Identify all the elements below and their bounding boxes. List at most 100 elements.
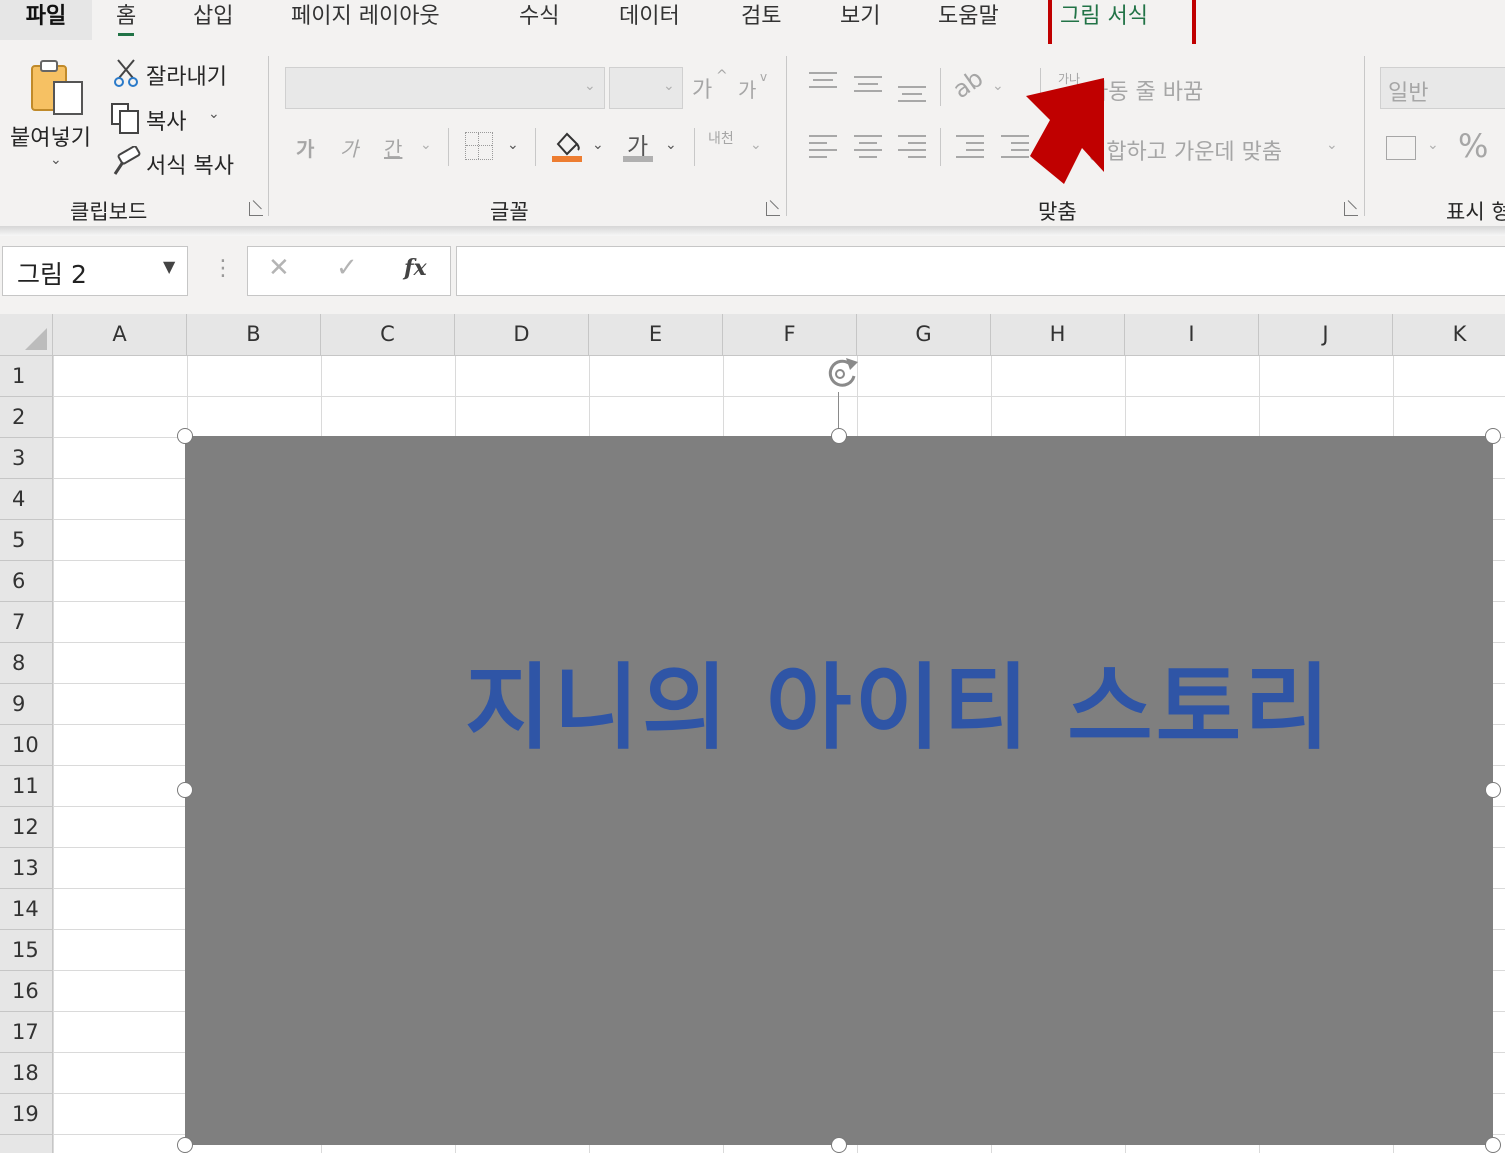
phonetic-button[interactable]: 내천	[708, 128, 734, 148]
fill-color-dropdown-icon[interactable]: ⌄	[592, 137, 604, 153]
row-header-17[interactable]: 17	[0, 1012, 53, 1053]
accounting-dropdown-icon[interactable]: ⌄	[1427, 137, 1439, 153]
underline-dropdown-icon[interactable]: ⌄	[420, 137, 432, 153]
orientation-dropdown-icon[interactable]: ⌄	[992, 78, 1004, 94]
name-box[interactable]: 그림 2 ▼	[2, 246, 188, 296]
row-header-8[interactable]: 8	[0, 643, 53, 684]
accounting-format-icon[interactable]	[1386, 136, 1416, 160]
group-label-number: 표시 형	[1446, 200, 1505, 224]
align-center-icon[interactable]	[854, 135, 882, 158]
align-right-icon[interactable]	[898, 135, 926, 158]
font-launcher-icon[interactable]	[766, 202, 780, 216]
align-top-icon[interactable]	[809, 72, 837, 94]
phonetic-dropdown-icon[interactable]: ⌄	[750, 137, 762, 153]
font-size-dropdown-icon[interactable]: ⌄	[663, 78, 675, 94]
tab-data[interactable]: 데이터	[619, 0, 680, 40]
resize-handle-right[interactable]	[1485, 782, 1501, 798]
merge-center-dropdown-icon[interactable]: ⌄	[1326, 137, 1338, 153]
resize-handle-bottom[interactable]	[831, 1137, 847, 1153]
align-bottom-icon[interactable]	[898, 82, 926, 104]
ribbon-shadow	[0, 226, 1505, 236]
decrease-indent-icon[interactable]	[956, 135, 984, 158]
underline-button[interactable]: 간	[384, 133, 402, 162]
paste-dropdown-icon[interactable]: ⌄	[50, 152, 62, 168]
row-header-5[interactable]: 5	[0, 520, 53, 561]
fill-color-icon[interactable]	[550, 128, 584, 164]
column-header-g[interactable]: G	[857, 314, 991, 356]
shrink-font-arrow-icon: v	[760, 70, 768, 84]
column-header-a[interactable]: A	[53, 314, 187, 356]
resize-handle-left[interactable]	[177, 782, 193, 798]
font-name-dropdown-icon[interactable]: ⌄	[584, 78, 596, 94]
row-header-14[interactable]: 14	[0, 889, 53, 930]
row-header-4[interactable]: 4	[0, 479, 53, 520]
tab-page-layout[interactable]: 페이지 레이아웃	[291, 0, 440, 40]
row-header-19[interactable]: 19	[0, 1094, 53, 1135]
picture-text: 지니의 아이티 스토리	[465, 654, 1333, 762]
tab-review[interactable]: 검토	[741, 0, 781, 40]
border-icon[interactable]	[465, 132, 493, 160]
formula-bar-resize-icon[interactable]: ⋮	[212, 256, 234, 281]
font-color-dropdown-icon[interactable]: ⌄	[665, 137, 677, 153]
copy-dropdown-icon[interactable]: ⌄	[208, 106, 220, 122]
grow-font-button[interactable]: 가	[692, 72, 712, 104]
inner-separator	[940, 128, 941, 166]
row-header-1[interactable]: 1	[0, 356, 53, 397]
align-left-icon[interactable]	[809, 135, 837, 158]
row-header-18[interactable]: 18	[0, 1053, 53, 1094]
select-all-corner[interactable]	[0, 314, 53, 356]
enter-check-icon[interactable]: ✓	[336, 253, 358, 283]
column-header-k[interactable]: K	[1393, 314, 1505, 356]
resize-handle-bottom-left[interactable]	[177, 1137, 193, 1153]
name-box-dropdown-icon[interactable]: ▼	[163, 257, 175, 276]
tab-formulas[interactable]: 수식	[519, 0, 559, 40]
resize-handle-top-right[interactable]	[1485, 428, 1501, 444]
format-painter-icon	[113, 146, 141, 175]
clipboard-launcher-icon[interactable]	[249, 202, 263, 216]
group-label-alignment: 맞춤	[1038, 200, 1077, 224]
tab-view[interactable]: 보기	[840, 0, 880, 40]
cancel-icon[interactable]: ✕	[268, 253, 290, 283]
insert-function-icon[interactable]: fx	[404, 255, 427, 281]
row-header-12[interactable]: 12	[0, 807, 53, 848]
resize-handle-bottom-right[interactable]	[1485, 1137, 1501, 1153]
alignment-launcher-icon[interactable]	[1344, 202, 1358, 216]
row-header-11[interactable]: 11	[0, 766, 53, 807]
number-format-value: 일반	[1388, 81, 1429, 106]
row-header-15[interactable]: 15	[0, 930, 53, 971]
tab-file[interactable]: 파일	[0, 0, 92, 40]
row-header-7[interactable]: 7	[0, 602, 53, 643]
grow-font-arrow-icon: ^	[716, 68, 728, 84]
rotate-handle-icon[interactable]	[820, 354, 868, 392]
resize-handle-top[interactable]	[831, 428, 847, 444]
column-header-f[interactable]: F	[723, 314, 857, 356]
column-header-b[interactable]: B	[187, 314, 321, 356]
tab-help[interactable]: 도움말	[938, 0, 999, 40]
row-header-16[interactable]: 16	[0, 971, 53, 1012]
column-header-c[interactable]: C	[321, 314, 455, 356]
column-header-e[interactable]: E	[589, 314, 723, 356]
row-header-2[interactable]: 2	[0, 397, 53, 438]
font-name-combo[interactable]	[285, 67, 605, 109]
row-header-6[interactable]: 6	[0, 561, 53, 602]
tab-home[interactable]: 홈	[116, 0, 136, 40]
resize-handle-top-left[interactable]	[177, 428, 193, 444]
formula-input[interactable]	[456, 246, 1505, 296]
tab-insert[interactable]: 삽입	[193, 0, 233, 40]
column-header-i[interactable]: I	[1125, 314, 1259, 356]
row-header-9[interactable]: 9	[0, 684, 53, 725]
bold-button[interactable]: 가	[296, 133, 314, 162]
column-header-j[interactable]: J	[1259, 314, 1393, 356]
border-dropdown-icon[interactable]: ⌄	[507, 137, 519, 153]
row-header-10[interactable]: 10	[0, 725, 53, 766]
row-header-3[interactable]: 3	[0, 438, 53, 479]
percent-style-button[interactable]: %	[1458, 127, 1488, 165]
column-header-d[interactable]: D	[455, 314, 589, 356]
shrink-font-button[interactable]: 가	[738, 74, 756, 103]
inner-separator	[694, 128, 695, 166]
row-header-13[interactable]: 13	[0, 848, 53, 889]
align-middle-icon[interactable]	[854, 76, 882, 98]
column-header-h[interactable]: H	[991, 314, 1125, 356]
italic-button[interactable]: 가	[340, 133, 358, 162]
selected-picture[interactable]: 지니의 아이티 스토리	[185, 436, 1493, 1145]
